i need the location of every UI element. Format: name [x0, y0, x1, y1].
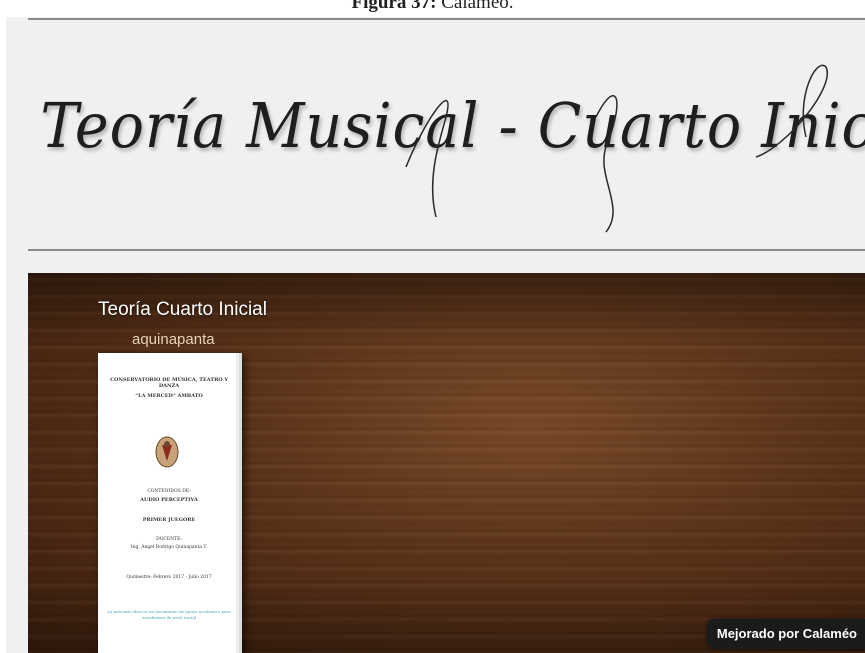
- cover-institution-name: “LA MERCED” AMBATO: [135, 393, 203, 399]
- banner-top-divider: [28, 18, 865, 20]
- banner-title: Teoría Musical - Cuarto Inicial: [40, 89, 865, 162]
- cover-period: Quimestre: Febrero 2017 - Julio 2017: [126, 575, 212, 580]
- calameo-embed: Teoría Musical - Cuarto Inicial Teoría C…: [6, 17, 865, 653]
- figure-caption-text: Calaméo.: [441, 0, 514, 13]
- document-cover-thumbnail[interactable]: CONSERVATORIO DE MÚSICA, TEATRO Y DANZA …: [98, 353, 242, 653]
- figure-caption-label: Figura 37:: [351, 0, 437, 13]
- banner-bottom-divider: [28, 249, 865, 251]
- cover-subject: AUDIO PERCEPTIVA: [140, 497, 198, 503]
- institution-crest-icon: [155, 436, 179, 468]
- cover-level: PRIMER JUEGORE: [142, 517, 196, 523]
- document-title-link[interactable]: Teoría Cuarto Inicial: [98, 299, 267, 321]
- document-viewer[interactable]: Teoría Cuarto Inicial aquinapanta CONSER…: [28, 273, 865, 653]
- cover-institution: CONSERVATORIO DE MÚSICA, TEATRO Y DANZA: [110, 377, 228, 389]
- cover-teacher: Ing. Ángel Rodrigo Quinapanta T.: [130, 545, 208, 550]
- cover-footer: La presente obra es un documento de apoy…: [107, 609, 231, 620]
- cover-contents-label: CONTENIDOS DE:: [147, 489, 191, 494]
- page: Figura 37: Calaméo. Teoría Musical - Cua…: [0, 0, 865, 653]
- cover-teacher-label: DOCENTE:: [156, 537, 182, 542]
- powered-by-calameo-link[interactable]: Mejorado por Calaméo: [706, 619, 865, 649]
- document-author-link[interactable]: aquinapanta: [132, 331, 215, 348]
- figure-caption: Figura 37: Calaméo.: [0, 0, 865, 15]
